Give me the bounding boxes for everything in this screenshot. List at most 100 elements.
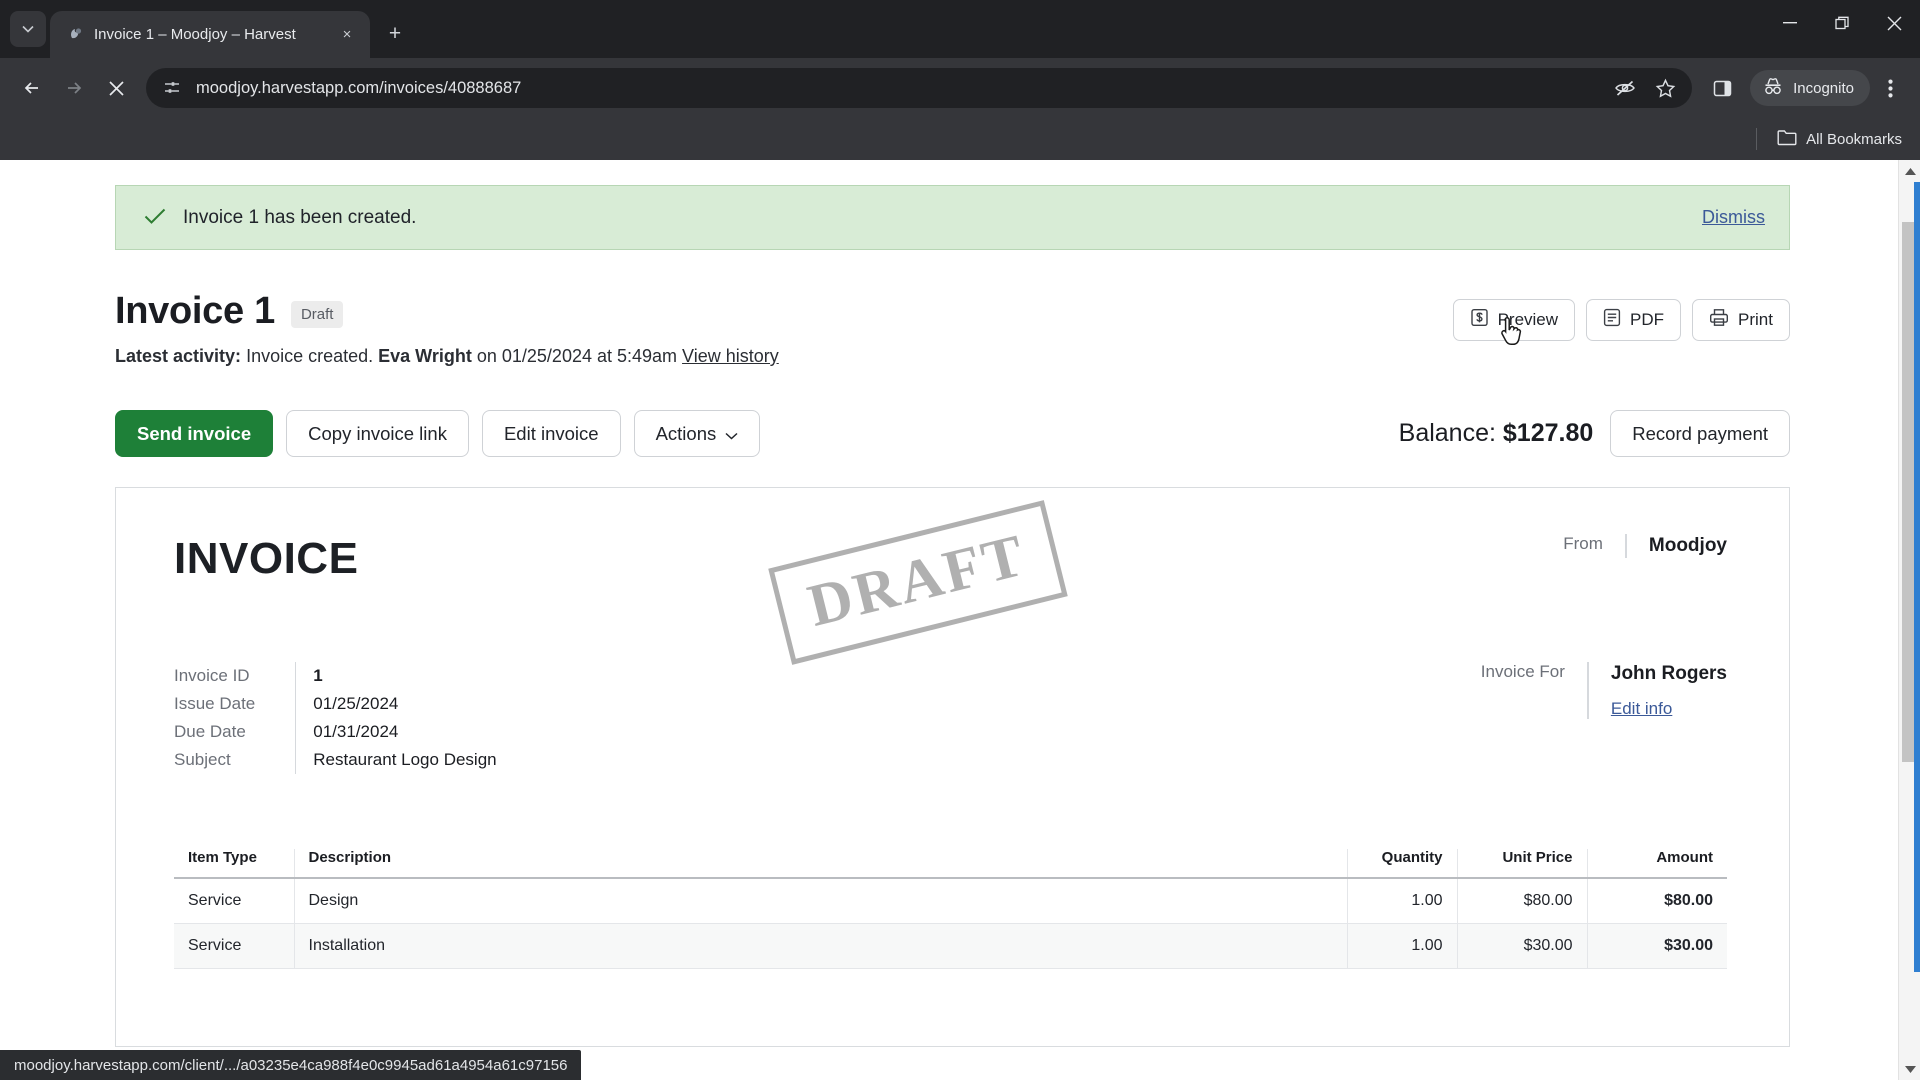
view-history-link[interactable]: View history: [682, 346, 779, 366]
field-label: Invoice ID: [174, 666, 250, 685]
document-actions: Preview PDF Print: [1452, 299, 1790, 346]
tab-title: Invoice 1 – Moodjoy – Harvest: [94, 26, 296, 43]
omnibox-actions: [1610, 73, 1686, 103]
from-block: From Moodjoy: [1563, 534, 1727, 558]
invoice-details: Invoice ID Issue Date Due Date Subject 1…: [174, 662, 497, 774]
chrome-menu-button[interactable]: [1872, 68, 1908, 108]
dismiss-link[interactable]: Dismiss: [1702, 207, 1765, 228]
cell-description: Installation: [293, 923, 1347, 969]
minimize-button[interactable]: [1764, 0, 1816, 46]
col-item-type: Item Type: [174, 849, 294, 879]
send-invoice-button[interactable]: Send invoice: [115, 410, 274, 457]
preview-button[interactable]: Preview: [1452, 299, 1576, 346]
table-row: Service Design 1.00 $80.00 $80.00: [174, 878, 1727, 924]
stop-loading-button[interactable]: [96, 68, 136, 108]
copy-invoice-link-button[interactable]: Copy invoice link: [286, 410, 469, 457]
close-window-button[interactable]: [1868, 0, 1920, 46]
table-row: Service Installation 1.00 $30.00 $30.00: [174, 923, 1727, 969]
invoice-for-value: John Rogers: [1610, 663, 1727, 684]
print-label: Print: [1738, 310, 1773, 329]
balance-label: Balance:: [1398, 419, 1496, 447]
activity-text: Invoice created.: [246, 346, 374, 366]
edit-invoice-button[interactable]: Edit invoice: [481, 410, 621, 457]
print-button[interactable]: Print: [1692, 299, 1790, 341]
incognito-indicator[interactable]: Incognito: [1750, 70, 1870, 106]
harvest-favicon: [66, 26, 84, 44]
action-buttons: Send invoice Copy invoice link Edit invo…: [115, 410, 761, 457]
side-panel-button[interactable]: [1702, 68, 1742, 108]
folder-icon: [1777, 129, 1797, 150]
actions-dropdown-button[interactable]: Actions: [633, 410, 761, 457]
cell-unit-price: $30.00: [1456, 923, 1587, 969]
table-header-row: Item Type Description Quantity Unit Pric…: [174, 849, 1727, 879]
record-payment-button[interactable]: Record payment: [1610, 410, 1790, 457]
browser-window: Invoice 1 – Moodjoy – Harvest × + moodjo…: [0, 0, 1920, 1080]
new-tab-button[interactable]: +: [378, 17, 412, 51]
browser-tab[interactable]: Invoice 1 – Moodjoy – Harvest ×: [50, 11, 370, 58]
from-value: Moodjoy: [1624, 534, 1727, 558]
content-container: Invoice 1 has been created. Dismiss Invo…: [115, 160, 1790, 1047]
scroll-down-arrow[interactable]: [1899, 1058, 1920, 1080]
flash-content: Invoice 1 has been created.: [144, 207, 416, 229]
activity-user: Eva Wright: [378, 346, 472, 366]
col-amount: Amount: [1586, 849, 1727, 879]
invoice-header: Invoice 1 Draft Latest activity: Invoice…: [115, 290, 1790, 367]
invoice-fields-row: Invoice ID Issue Date Due Date Subject 1…: [174, 662, 1727, 774]
page-scrollbar[interactable]: [1898, 160, 1920, 1080]
all-bookmarks-button[interactable]: All Bookmarks: [1777, 129, 1902, 150]
edit-info-link[interactable]: Edit info: [1611, 698, 1727, 719]
page-title: Invoice 1: [115, 290, 275, 332]
tab-close-icon[interactable]: ×: [336, 24, 358, 46]
line-items-table: Item Type Description Quantity Unit Pric…: [174, 849, 1727, 969]
window-controls: [1764, 0, 1920, 46]
url-text[interactable]: moodjoy.harvestapp.com/invoices/40888687: [196, 79, 1598, 98]
site-settings-icon[interactable]: [160, 76, 184, 100]
field-label: Subject: [174, 750, 231, 769]
back-button[interactable]: [12, 68, 52, 108]
balance-value: $127.80: [1502, 419, 1594, 447]
bookmarks-divider: [1756, 128, 1758, 150]
cell-unit-price: $80.00: [1456, 878, 1587, 924]
field-value: 01/31/2024: [313, 722, 399, 741]
action-row: Send invoice Copy invoice link Edit invo…: [115, 410, 1790, 457]
balance-area: Balance: $127.80 Record payment: [1399, 410, 1790, 457]
tab-search-button[interactable]: [10, 11, 46, 47]
bookmark-star-icon[interactable]: [1650, 73, 1680, 103]
all-bookmarks-label: All Bookmarks: [1806, 130, 1902, 148]
col-quantity: Quantity: [1346, 849, 1457, 879]
success-check-icon: [144, 207, 166, 229]
field-value: 01/25/2024: [313, 694, 399, 713]
invoice-heading: INVOICE: [174, 534, 359, 583]
cell-item-type: Service: [174, 878, 294, 924]
printer-icon: [1709, 308, 1729, 332]
maximize-button[interactable]: [1816, 0, 1868, 46]
document-lines-icon: [1603, 308, 1621, 332]
draft-watermark: DRAFT: [768, 500, 1068, 665]
from-label: From: [1563, 534, 1603, 553]
latest-activity: Latest activity: Invoice created. Eva Wr…: [115, 346, 779, 367]
flash-message: Invoice 1 has been created. Dismiss: [115, 185, 1790, 250]
cell-quantity: 1.00: [1346, 878, 1457, 924]
invoice-document: DRAFT INVOICE From Moodjoy Invoice ID Is…: [116, 488, 1789, 969]
scroll-up-arrow[interactable]: [1899, 160, 1920, 182]
title-line: Invoice 1 Draft: [115, 290, 779, 333]
forward-button[interactable]: [54, 68, 94, 108]
tracking-protection-icon[interactable]: [1610, 73, 1640, 103]
invoice-dollar-icon: [1470, 308, 1489, 332]
invoice-preview-card: DRAFT INVOICE From Moodjoy Invoice ID Is…: [115, 487, 1790, 1047]
field-values: 1 01/25/2024 01/31/2024 Restaurant Logo …: [295, 662, 497, 774]
invoice-for-label: Invoice For: [1480, 662, 1565, 681]
activity-label: Latest activity:: [115, 346, 242, 366]
chevron-down-icon: [725, 423, 738, 445]
cell-amount: $80.00: [1586, 878, 1727, 924]
pdf-button[interactable]: PDF: [1586, 299, 1682, 341]
address-bar[interactable]: moodjoy.harvestapp.com/invoices/40888687: [146, 68, 1693, 108]
header-left: Invoice 1 Draft Latest activity: Invoice…: [115, 290, 779, 367]
col-unit-price: Unit Price: [1456, 849, 1587, 879]
table-head: Item Type Description Quantity Unit Pric…: [174, 849, 1727, 879]
cell-quantity: 1.00: [1346, 923, 1457, 969]
status-bar-url: moodjoy.harvestapp.com/client/.../a03235…: [0, 1050, 582, 1080]
cell-item-type: Service: [174, 923, 294, 969]
field-value: 1: [313, 666, 323, 685]
bookmarks-bar: All Bookmarks: [0, 118, 1920, 160]
